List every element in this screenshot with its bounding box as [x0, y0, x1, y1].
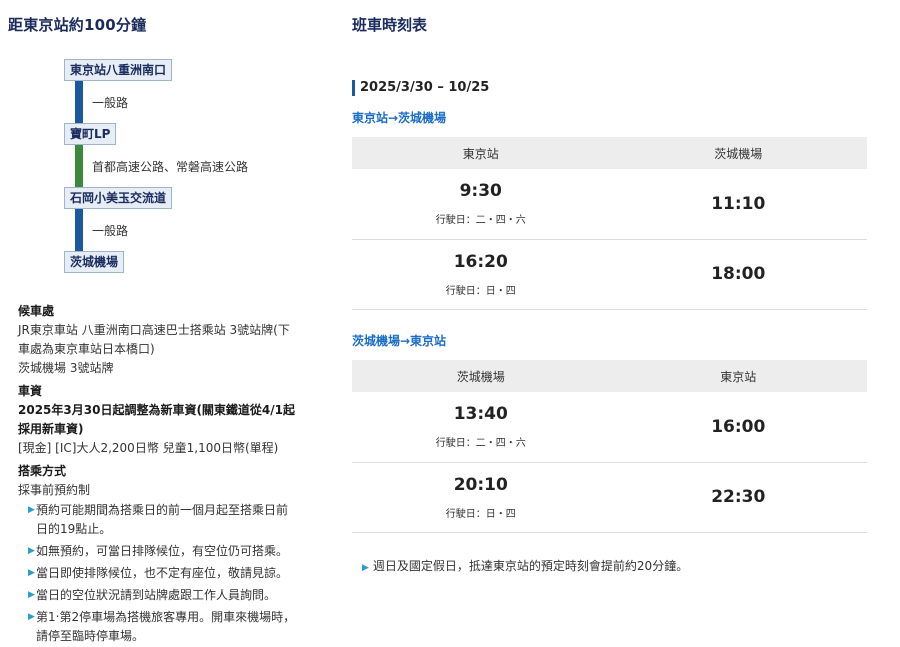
list-item: ▶ 當日即使排隊候位，也不定有座位，敬請見諒。: [18, 564, 298, 583]
list-item: ▶ 如無預約，可當日排隊候位，有空位仍可搭乘。: [18, 542, 298, 561]
column-header-arrival: 茨城機場: [609, 137, 867, 169]
direction-airport-to-tokyo: 茨城機場→東京站: [352, 334, 447, 348]
route-segment-label-1: 一般路: [92, 96, 129, 110]
triangle-right-icon: ▶: [28, 568, 35, 578]
operating-days: 行駛日：日・四: [445, 508, 516, 520]
departure-cell: 20:10 行駛日：日・四: [352, 462, 610, 533]
list-item-text: 當日的空位狀況請到站牌處跟工作人員詢問。: [36, 588, 277, 602]
arrival-cell: 11:10: [609, 169, 867, 240]
arrival-cell: 16:00: [609, 392, 867, 463]
column-header-departure: 東京站: [352, 137, 610, 169]
info-section: 候車處 JR東京車站 八重洲南口高速巴士搭乘站 3號站牌(下車處為東京車站日本橋…: [18, 298, 298, 647]
boarding-method-line: 採事前預約制: [18, 483, 91, 497]
table-row: 16:20 行駛日：日・四 18:00: [352, 239, 867, 310]
holiday-note-text: 週日及國定假日，抵達東京站的預定時刻會提前約20分鐘。: [372, 559, 689, 573]
list-item: ▶ 當日的空位狀況請到站牌處跟工作人員詢問。: [18, 586, 298, 605]
triangle-right-icon: ▶: [28, 590, 35, 600]
arrival-cell: 22:30: [609, 462, 867, 533]
arrival-time: 16:00: [711, 416, 766, 437]
route-stop-ishioka: 石岡小美玉交流道: [64, 187, 173, 209]
route-stop-ibaraki-airport: 茨城機場: [64, 251, 125, 273]
fare-change-notice: 2025年3月30日起調整為新車資(關東鐵道從4/1起採用新車資): [18, 403, 296, 436]
column-header-departure: 茨城機場: [352, 360, 610, 392]
triangle-right-icon: ▶: [28, 612, 35, 622]
departure-cell: 9:30 行駛日：二・四・六: [352, 169, 610, 240]
list-item-text: 如無預約，可當日排隊候位，有空位仍可搭乘。: [36, 544, 289, 558]
triangle-right-icon: ▶: [28, 546, 35, 556]
table-row: 9:30 行駛日：二・四・六 11:10: [352, 169, 867, 240]
waiting-place-line-1: JR東京車站 八重洲南口高速巴士搭乘站 3號站牌(下車處為東京車站日本橋口): [18, 323, 290, 356]
departure-cell: 16:20 行駛日：日・四: [352, 239, 610, 310]
list-item-text: 第1‧第2停車場為搭機旅客專用。開車來機場時，請停至臨時停車場。: [36, 610, 296, 643]
timetable-tokyo-to-airport: 東京站 茨城機場 9:30 行駛日：二・四・六 11:10 16:20 行駛日：…: [352, 137, 867, 310]
column-header-arrival: 東京站: [609, 360, 867, 392]
list-item-text: 當日即使排隊候位，也不定有座位，敬請見諒。: [36, 566, 289, 580]
list-item: ▶ 第1‧第2停車場為搭機旅客專用。開車來機場時，請停至臨時停車場。: [18, 608, 298, 646]
boarding-notes-list: ▶ 預約可能期間為搭乘日的前一個月起至搭乘日前日的19點止。 ▶ 如無預約，可當日排…: [18, 501, 298, 646]
timetable-title: 班車時刻表: [352, 16, 428, 34]
route-segment-3: [75, 209, 83, 253]
arrival-time: 11:10: [711, 193, 766, 214]
route-segment-label-2: 首都高速公路、常磐高速公路: [92, 160, 249, 174]
arrival-time: 18:00: [711, 264, 766, 284]
route-stop-takaramachi: 寶町LP: [64, 123, 117, 145]
operating-days: 行駛日：二・四・六: [435, 215, 526, 227]
route-stop-tokyo: 東京站八重洲南口: [64, 59, 173, 81]
timetable-airport-to-tokyo: 茨城機場 東京站 13:40 行駛日：二・四・六 16:00 20:10 行駛日…: [352, 360, 867, 533]
boarding-method-heading: 搭乘方式: [18, 464, 67, 478]
table-row: 13:40 行駛日：二・四・六 16:00: [352, 392, 867, 463]
list-item: ▶ 預約可能期間為搭乘日的前一個月起至搭乘日前日的19點止。: [18, 501, 298, 539]
direction-tokyo-to-airport: 東京站→茨城機場: [352, 111, 447, 125]
route-segment-2: [75, 145, 83, 189]
list-item-text: 預約可能期間為搭乘日的前一個月起至搭乘日前日的19點止。: [36, 503, 289, 536]
fare-amounts: [現金] [IC]大人2,200日幣 兒童1,100日幣(單程): [18, 441, 279, 455]
fare-heading: 車資: [18, 384, 43, 398]
departure-time: 16:20: [453, 251, 508, 272]
departure-time: 9:30: [459, 181, 502, 202]
holiday-note: ▶ 週日及國定假日，抵達東京站的預定時刻會提前約20分鐘。: [362, 557, 688, 574]
triangle-right-icon: ▶: [362, 563, 369, 573]
waiting-place-line-2: 茨城機場 3號站牌: [18, 361, 114, 375]
departure-cell: 13:40 行駛日：二・四・六: [352, 392, 610, 463]
departure-time: 13:40: [453, 404, 508, 425]
route-segment-1: [75, 81, 83, 125]
arrival-cell: 18:00: [609, 239, 867, 310]
table-row: 20:10 行駛日：日・四 22:30: [352, 462, 867, 533]
waiting-place-heading: 候車處: [18, 304, 55, 318]
route-diagram: 東京站八重洲南口 寶町LP 石岡小美玉交流道 茨城機場 一般路 首都高速公路、常…: [0, 0, 340, 290]
triangle-right-icon: ▶: [28, 505, 35, 515]
departure-time: 20:10: [453, 474, 508, 495]
operating-days: 行駛日：二・四・六: [435, 438, 526, 450]
arrival-time: 22:30: [711, 487, 766, 507]
operating-days: 行駛日：日・四: [445, 285, 516, 297]
timetable-period: 2025/3/30 – 10/25: [352, 80, 489, 96]
route-segment-label-3: 一般路: [92, 224, 129, 238]
